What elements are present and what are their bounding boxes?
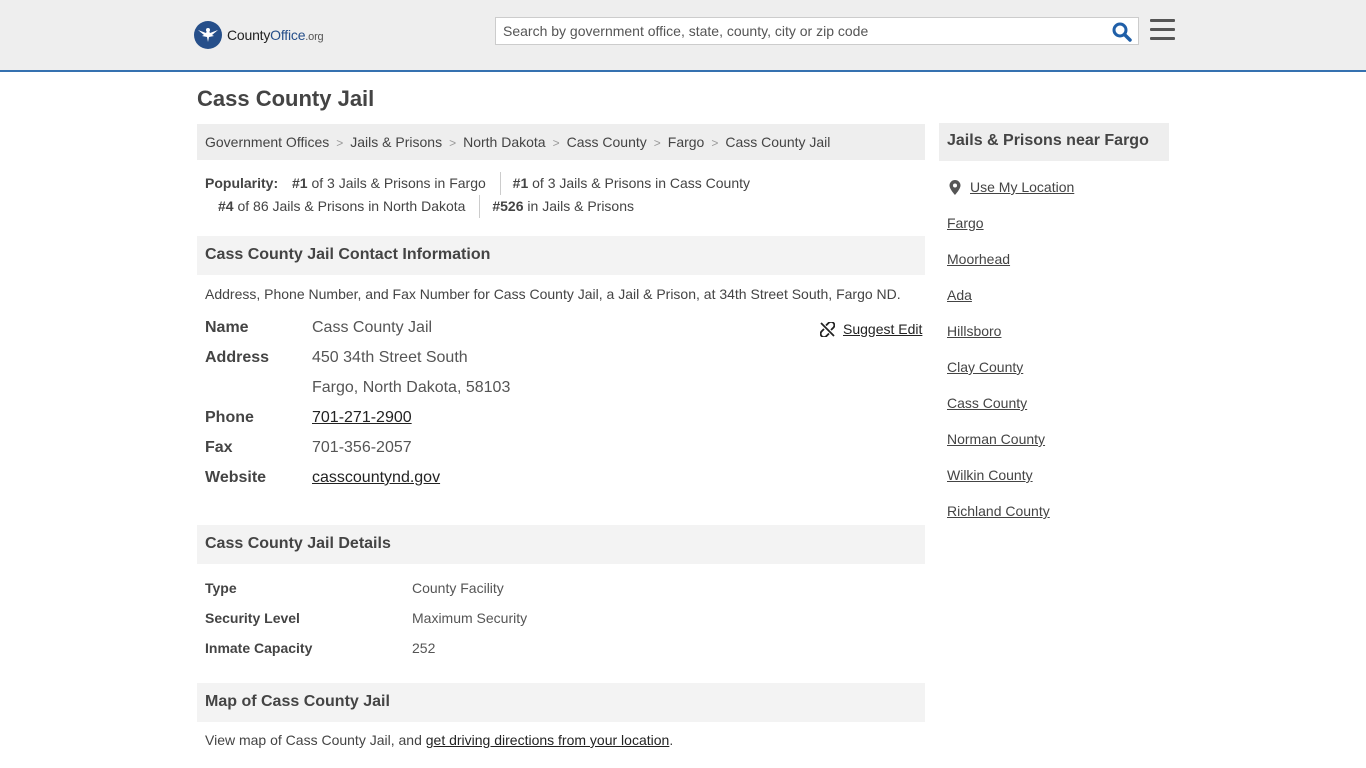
sidebar-link-clay-county[interactable]: Clay County	[947, 359, 1023, 375]
map-section-heading: Map of Cass County Jail	[197, 683, 925, 722]
office-name: Cass County Jail	[312, 319, 433, 336]
sidebar-link-norman-county[interactable]: Norman County	[947, 431, 1045, 447]
breadcrumb-item[interactable]: North Dakota	[463, 134, 545, 150]
sidebar-link-ada[interactable]: Ada	[947, 287, 972, 303]
countyoffice-logo[interactable]: CountyOffice.org	[194, 20, 324, 50]
chevron-right-icon: >	[552, 136, 560, 150]
search-box	[495, 17, 1139, 45]
address-line-1: 450 34th Street South	[312, 349, 468, 366]
top-header: CountyOffice.org	[0, 0, 1366, 72]
suggest-edit-button[interactable]: Suggest Edit	[820, 321, 922, 337]
address-line-2: Fargo, North Dakota, 58103	[312, 379, 511, 396]
map-pin-icon	[949, 179, 961, 195]
eagle-seal-icon	[194, 21, 222, 49]
page-title: Cass County Jail	[197, 86, 375, 111]
breadcrumb-item[interactable]: Government Offices	[205, 134, 329, 150]
driving-directions-link[interactable]: get driving directions from your locatio…	[426, 732, 670, 748]
logo-text: CountyOffice.org	[227, 27, 324, 43]
sidebar-link-hillsboro[interactable]: Hillsboro	[947, 323, 1001, 339]
contact-section-heading: Cass County Jail Contact Information	[197, 236, 925, 275]
sidebar-link-wilkin-county[interactable]: Wilkin County	[947, 467, 1033, 483]
sidebar-link-fargo[interactable]: Fargo	[947, 215, 984, 231]
search-icon[interactable]	[1112, 22, 1132, 42]
popularity-rank: #1 of 3 Jails & Prisons in Cass County	[499, 172, 750, 195]
map-description: View map of Cass County Jail, and get dr…	[205, 732, 674, 748]
sidebar-link-cass-county[interactable]: Cass County	[947, 395, 1027, 411]
popularity-rank: #526 in Jails & Prisons	[479, 195, 634, 218]
use-my-location-link[interactable]: Use My Location	[970, 179, 1074, 195]
popularity-label: Popularity:	[205, 175, 279, 191]
search-input[interactable]	[503, 18, 1103, 44]
breadcrumb: Government Offices > Jails & Prisons > North…	[197, 124, 925, 160]
sidebar-heading: Jails & Prisons near Fargo	[939, 123, 1169, 161]
fax-number: 701-356-2057	[312, 439, 412, 456]
broken-link-icon	[820, 321, 835, 337]
website-link[interactable]: casscountynd.gov	[312, 469, 440, 486]
chevron-right-icon: >	[449, 136, 457, 150]
details-section-heading: Cass County Jail Details	[197, 525, 925, 564]
breadcrumb-item[interactable]: Jails & Prisons	[350, 134, 442, 150]
chevron-right-icon: >	[653, 136, 661, 150]
chevron-right-icon: >	[336, 136, 344, 150]
use-location: Use My Location	[949, 179, 1074, 195]
popularity-rank: #4 of 86 Jails & Prisons in North Dakota	[218, 198, 466, 214]
popularity-rank: #1 of 3 Jails & Prisons in Fargo	[292, 175, 486, 191]
breadcrumb-current: Cass County Jail	[725, 134, 831, 150]
breadcrumb-item[interactable]: Fargo	[668, 134, 705, 150]
chevron-right-icon: >	[711, 136, 719, 150]
hamburger-menu-icon[interactable]	[1150, 19, 1175, 41]
sidebar-link-moorhead[interactable]: Moorhead	[947, 251, 1010, 267]
phone-link[interactable]: 701-271-2900	[312, 409, 412, 426]
contact-description: Address, Phone Number, and Fax Number fo…	[205, 286, 901, 302]
sidebar-link-richland-county[interactable]: Richland County	[947, 503, 1050, 519]
breadcrumb-item[interactable]: Cass County	[567, 134, 647, 150]
popularity-rankings: Popularity: #1 of 3 Jails & Prisons in F…	[205, 172, 925, 218]
